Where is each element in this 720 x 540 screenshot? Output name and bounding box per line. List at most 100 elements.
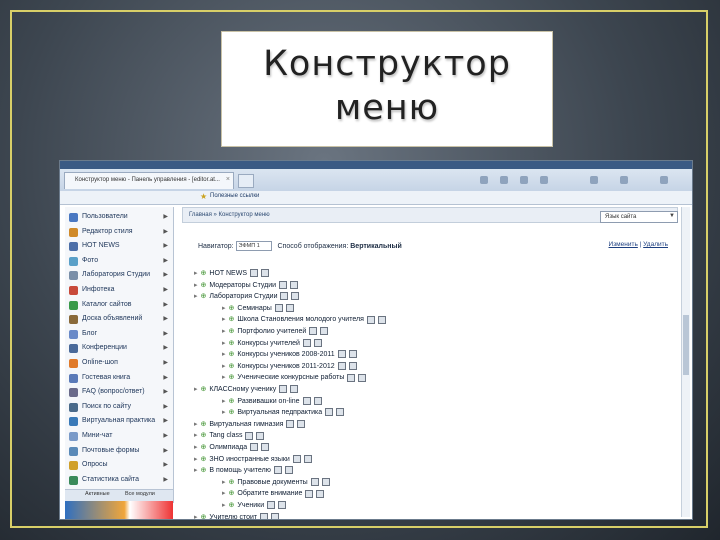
edit-icon[interactable]: [279, 280, 288, 289]
sidebar-item[interactable]: Почтовые формы ▶: [65, 445, 173, 459]
menu-tree-item[interactable]: ▸ ⊕ Обратите внимание: [222, 489, 325, 499]
chevron-right-icon[interactable]: ▶: [163, 257, 168, 264]
menu-tree-item[interactable]: ▸ ⊕ КЛАССному ученику: [194, 385, 299, 395]
delete-icon[interactable]: [313, 338, 322, 347]
sidebar-item[interactable]: FAQ (вопрос/ответ) ▶: [65, 386, 173, 400]
expand-icon[interactable]: ▸: [194, 467, 198, 474]
menu-tree-item[interactable]: ▸ ⊕ Tang class: [194, 431, 265, 441]
chevron-right-icon[interactable]: ▶: [163, 388, 168, 395]
chevron-right-icon[interactable]: ▶: [163, 461, 168, 468]
chevron-right-icon[interactable]: ▶: [163, 476, 168, 483]
close-icon[interactable]: ×: [226, 176, 230, 183]
edit-icon[interactable]: [337, 361, 346, 370]
tab-active-modules[interactable]: Активные: [85, 491, 110, 497]
menu-tree-item[interactable]: ▸ ⊕ Портфолио учителей: [222, 327, 329, 337]
sidebar-item[interactable]: Инфотека ▶: [65, 284, 173, 298]
chevron-right-icon[interactable]: ▶: [163, 374, 168, 381]
delete-icon[interactable]: [348, 350, 357, 359]
tab-all-modules[interactable]: Все модули: [125, 491, 155, 497]
menu-tree-item[interactable]: ▸ ⊕ В помощь учителю: [194, 466, 293, 476]
expand-icon[interactable]: ▸: [222, 351, 226, 358]
edit-icon[interactable]: [310, 477, 319, 486]
sidebar-item[interactable]: Online-шоп ▶: [65, 357, 173, 371]
chevron-right-icon[interactable]: ▶: [163, 403, 168, 410]
edit-icon[interactable]: [302, 338, 311, 347]
edit-icon[interactable]: [280, 292, 289, 301]
navigator-select[interactable]: ЭФМП 1: [235, 241, 272, 251]
sidebar-item[interactable]: Виртуальная практика ▶: [65, 415, 173, 429]
sidebar-item[interactable]: Редактор стиля ▶: [65, 226, 173, 240]
expand-icon[interactable]: ▸: [222, 363, 226, 370]
expand-icon[interactable]: ▸: [222, 409, 226, 416]
delete-icon[interactable]: [377, 315, 386, 324]
edit-icon[interactable]: [274, 303, 283, 312]
mail-icon[interactable]: [520, 176, 528, 184]
expand-icon[interactable]: ▸: [194, 456, 198, 463]
edit-icon[interactable]: [279, 385, 288, 394]
expand-icon[interactable]: ▸: [222, 502, 226, 509]
expand-icon[interactable]: ▸: [222, 479, 226, 486]
sidebar-item[interactable]: Пользователи ▶: [65, 211, 173, 225]
bookmark-link[interactable]: Полезные ссылки: [210, 193, 259, 199]
edit-icon[interactable]: [250, 443, 259, 452]
delete-icon[interactable]: [358, 373, 367, 382]
favorites-star-icon[interactable]: ★: [200, 192, 207, 201]
delete-icon[interactable]: [336, 408, 345, 417]
chevron-right-icon[interactable]: ▶: [163, 271, 168, 278]
delete-icon[interactable]: [290, 280, 299, 289]
new-tab-button[interactable]: [238, 174, 254, 188]
chevron-right-icon[interactable]: ▶: [163, 447, 168, 454]
menu-tree-item[interactable]: ▸ ⊕ HOT NEWS: [194, 269, 269, 279]
menu-tree-item[interactable]: ▸ ⊕ Лаборатория Студии: [194, 292, 300, 302]
edit-link[interactable]: Изменить: [609, 241, 638, 248]
menu-tree-item[interactable]: ▸ ⊕ Ученические конкурсные работы: [222, 373, 367, 383]
expand-icon[interactable]: ▸: [222, 490, 226, 497]
delete-icon[interactable]: [348, 361, 357, 370]
delete-icon[interactable]: [261, 443, 270, 452]
chevron-right-icon[interactable]: ▶: [163, 417, 168, 424]
delete-icon[interactable]: [291, 292, 300, 301]
page-icon[interactable]: [590, 176, 598, 184]
delete-icon[interactable]: [320, 327, 329, 336]
expand-icon[interactable]: ▸: [194, 444, 198, 451]
menu-tree-item[interactable]: ▸ ⊕ Правовые документы: [222, 477, 330, 488]
menu-tree-item[interactable]: ▸ ⊕ Модераторы Студии: [194, 280, 299, 291]
edit-icon[interactable]: [245, 431, 254, 440]
expand-icon[interactable]: ▸: [194, 270, 198, 277]
delete-icon[interactable]: [278, 501, 287, 510]
menu-tree-item[interactable]: ▸ ⊕ Семинары: [222, 303, 294, 314]
expand-icon[interactable]: ▸: [194, 432, 198, 439]
browser-tab[interactable]: Конструктор меню - Панель управления - […: [64, 172, 234, 189]
expand-icon[interactable]: ▸: [222, 398, 226, 405]
breadcrumb-text[interactable]: Главная » Конструктор меню: [189, 212, 270, 218]
chevron-right-icon[interactable]: ▶: [163, 242, 168, 249]
delete-icon[interactable]: [303, 454, 312, 463]
edit-icon[interactable]: [309, 327, 318, 336]
delete-icon[interactable]: [321, 477, 330, 486]
delete-icon[interactable]: [297, 419, 306, 428]
sidebar-item[interactable]: Каталог сайтов ▶: [65, 299, 173, 313]
menu-tree-item[interactable]: ▸ ⊕ Ученики: [222, 501, 287, 511]
chevron-right-icon[interactable]: ▶: [163, 432, 168, 439]
delete-icon[interactable]: [290, 385, 299, 394]
edit-icon[interactable]: [305, 489, 314, 498]
expand-icon[interactable]: ▸: [194, 293, 198, 300]
delete-icon[interactable]: [316, 489, 325, 498]
edit-icon[interactable]: [292, 454, 301, 463]
sidebar-item[interactable]: Блог ▶: [65, 328, 173, 342]
delete-icon[interactable]: [285, 303, 294, 312]
edit-icon[interactable]: [273, 466, 282, 475]
edit-icon[interactable]: [337, 350, 346, 359]
menu-tree-item[interactable]: ▸ ⊕ Развивашки on-line: [222, 396, 322, 407]
menu-tree-item[interactable]: ▸ ⊕ ЗНО иностранные языки: [194, 454, 312, 465]
sidebar-item[interactable]: HOT NEWS ▶: [65, 240, 173, 254]
menu-tree-item[interactable]: ▸ ⊕ Олимпиада: [194, 443, 270, 453]
sidebar-item[interactable]: Лаборатория Студии ▶: [65, 269, 173, 283]
feeds-icon[interactable]: [500, 176, 508, 184]
menu-tree-item[interactable]: ▸ ⊕ Конкурсы учеников 2011-2012: [222, 361, 357, 372]
expand-icon[interactable]: ▸: [222, 328, 226, 335]
edit-icon[interactable]: [366, 315, 375, 324]
scrollbar[interactable]: [681, 207, 690, 517]
delete-link[interactable]: Удалить: [643, 241, 668, 248]
sidebar-item[interactable]: Поиск по сайту ▶: [65, 401, 173, 415]
